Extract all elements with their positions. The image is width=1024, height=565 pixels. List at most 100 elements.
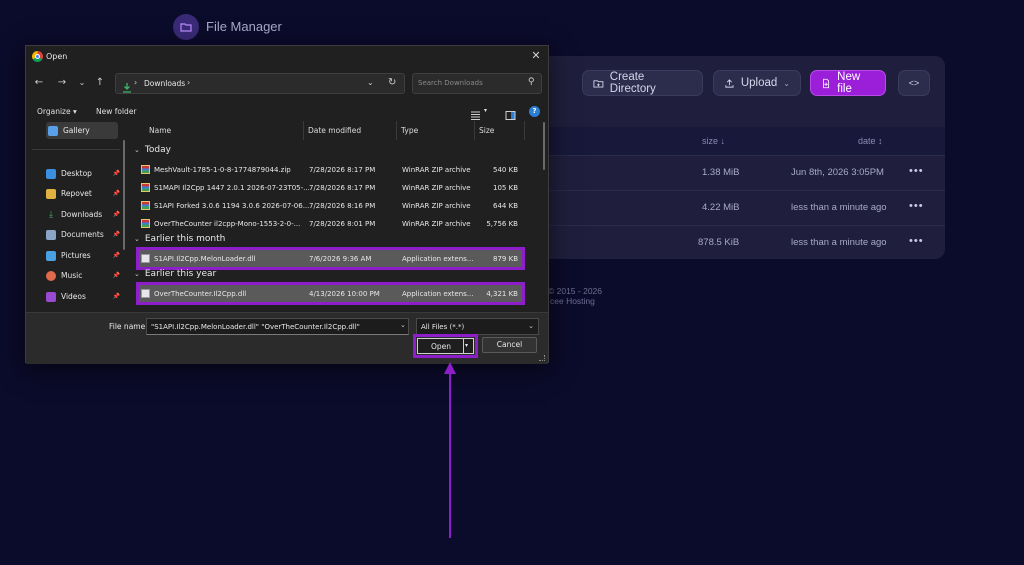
column-divider[interactable] — [474, 121, 475, 140]
file-list-scrollbar[interactable] — [541, 122, 547, 310]
file-size: 4,321 KB — [486, 290, 518, 298]
group-header-earlier-this-year[interactable]: ⌄ Earlier this year — [134, 269, 216, 279]
sidebar-item-gallery[interactable]: Gallery — [46, 122, 118, 139]
upload-button[interactable]: Upload ⌄ — [713, 70, 801, 96]
organize-menu[interactable]: Organize ▾ — [37, 107, 77, 116]
refresh-icon[interactable]: ↻ — [388, 77, 396, 88]
open-button-label: Open — [430, 342, 452, 351]
preview-pane-icon[interactable] — [505, 106, 516, 120]
file-type: Application extens... — [402, 255, 474, 263]
resize-grip-icon[interactable] — [539, 355, 545, 361]
group-label: Today — [144, 145, 171, 155]
file-name-input[interactable]: "S1API.Il2Cpp.MelonLoader.dll" "OverTheC… — [146, 318, 409, 335]
forward-arrow-icon[interactable]: → — [55, 76, 69, 90]
folder-icon — [46, 188, 56, 199]
list-item[interactable]: S1API Forked 3.0.6 1194 3.0.6 2026-07-06… — [139, 197, 522, 214]
list-item[interactable]: OverTheCounter il2cpp-Mono-1553-2-0-... … — [139, 215, 522, 232]
sidebar-item-label: Documents — [61, 230, 104, 239]
file-name: OverTheCounter.Il2Cpp.dll — [154, 290, 247, 298]
sidebar-item-videos[interactable]: Videos 📌 — [46, 288, 126, 305]
open-dropdown-icon[interactable]: ▾ — [465, 342, 468, 349]
breadcrumb-downloads[interactable]: Downloads — [144, 79, 185, 88]
search-field[interactable]: Search Downloads ⚲ — [412, 73, 542, 94]
split-divider — [463, 339, 464, 353]
code-icon: <> — [908, 78, 920, 88]
pin-icon: 📌 — [112, 252, 120, 259]
file-type: Application extens... — [402, 290, 474, 298]
view-dropdown-icon[interactable]: ▾ — [484, 107, 487, 114]
list-item-selected[interactable]: OverTheCounter.Il2Cpp.dll 4/13/2026 10:0… — [136, 282, 525, 305]
size-column-header[interactable]: Size — [479, 126, 494, 135]
row-menu-icon[interactable]: ••• — [909, 200, 924, 212]
table-row[interactable] — [540, 155, 945, 189]
recent-locations-chevron-icon[interactable]: ⌄ — [75, 76, 89, 90]
file-name: S1API Forked 3.0.6 1194 3.0.6 2026-07-06… — [154, 202, 310, 210]
table-header — [540, 127, 945, 155]
gallery-icon — [48, 125, 58, 136]
file-name: OverTheCounter il2cpp-Mono-1553-2-0-... — [154, 220, 301, 228]
file-name-dropdown-icon[interactable]: ⌄ — [400, 321, 406, 329]
column-divider[interactable] — [524, 121, 525, 140]
sidebar-item-label: Downloads — [61, 210, 103, 219]
dll-file-icon — [141, 289, 150, 298]
close-icon[interactable]: ✕ — [529, 49, 543, 63]
file-type: WinRAR ZIP archive — [402, 166, 471, 174]
new-file-label: New file — [837, 71, 861, 95]
file-type-select[interactable]: All Files (*.*) ⌄ — [416, 318, 539, 335]
file-plus-icon — [823, 78, 830, 88]
music-icon — [46, 270, 56, 281]
downloads-icon: ⤓ — [49, 209, 53, 220]
address-bar[interactable]: › Downloads › ⌄ ↻ — [115, 73, 405, 94]
rar-icon — [141, 183, 150, 192]
dialog-titlebar[interactable]: Open ✕ — [26, 46, 548, 68]
size-column-header[interactable]: size ↓ — [702, 136, 725, 146]
list-item[interactable]: MeshVault-1785-1-0-8-1774879044.zip 7/28… — [139, 161, 522, 178]
code-toggle-button[interactable]: <> — [898, 70, 930, 96]
rar-icon — [141, 201, 150, 210]
name-column-header[interactable]: Name — [149, 126, 171, 135]
rar-icon — [141, 165, 150, 174]
group-label: Earlier this month — [144, 234, 226, 244]
create-directory-button[interactable]: Create Directory — [582, 70, 703, 96]
dialog-footer: File name: "S1API.Il2Cpp.MelonLoader.dll… — [26, 312, 548, 364]
sidebar-item-downloads[interactable]: ⤓ Downloads 📌 — [46, 206, 126, 223]
dialog-title: Open — [46, 52, 68, 61]
chevron-down-icon: ⌄ — [528, 322, 534, 330]
new-folder-button[interactable]: New folder — [96, 107, 137, 116]
help-icon[interactable]: ? — [529, 106, 540, 117]
sidebar-item-documents[interactable]: Documents 📌 — [46, 226, 126, 243]
date-modified-column-header[interactable]: Date modified — [308, 126, 361, 135]
chevron-down-icon: ⌄ — [134, 270, 140, 278]
new-file-button[interactable]: New file — [810, 70, 886, 96]
footer-copyright: © 2015 - 2026 — [548, 286, 602, 296]
type-column-header[interactable]: Type — [401, 126, 418, 135]
sidebar-item-desktop[interactable]: Desktop 📌 — [46, 165, 126, 182]
sidebar-item-repovet[interactable]: Repovet 📌 — [46, 185, 126, 202]
group-header-earlier-this-month[interactable]: ⌄ Earlier this month — [134, 234, 225, 244]
column-divider[interactable] — [303, 121, 304, 140]
list-item[interactable]: S1MAPI Il2Cpp 1447 2.0.1 2026-07-23T05-.… — [139, 179, 522, 196]
address-dropdown-icon[interactable]: ⌄ — [367, 78, 374, 87]
file-date: 7/28/2026 8:01 PM — [309, 220, 376, 228]
list-item-selected[interactable]: S1API.Il2Cpp.MelonLoader.dll 7/6/2026 9:… — [136, 247, 525, 270]
view-options-icon[interactable] — [470, 106, 481, 120]
file-size: 5,756 KB — [486, 220, 518, 228]
sidebar-item-label: Pictures — [61, 251, 91, 260]
cancel-button[interactable]: Cancel — [482, 337, 537, 353]
sidebar-scrollbar[interactable] — [121, 122, 127, 310]
up-arrow-icon[interactable]: ↑ — [93, 76, 107, 90]
row-size: 4.22 MiB — [702, 202, 740, 213]
column-divider[interactable] — [396, 121, 397, 140]
sidebar-item-pictures[interactable]: Pictures 📌 — [46, 247, 126, 264]
row-menu-icon[interactable]: ••• — [909, 165, 924, 177]
group-header-today[interactable]: ⌄ Today — [134, 145, 171, 155]
row-menu-icon[interactable]: ••• — [909, 235, 924, 247]
upload-label: Upload — [740, 77, 778, 89]
sidebar-item-music[interactable]: Music 📌 — [46, 267, 126, 284]
pin-icon: 📌 — [112, 231, 120, 238]
breadcrumb-separator-icon[interactable]: › — [187, 78, 190, 87]
file-type-value: All Files (*.*) — [421, 323, 465, 331]
back-arrow-icon[interactable]: ← — [32, 76, 46, 90]
date-column-header[interactable]: date ↕ — [858, 136, 883, 146]
open-button[interactable]: Open ▾ — [413, 334, 478, 358]
